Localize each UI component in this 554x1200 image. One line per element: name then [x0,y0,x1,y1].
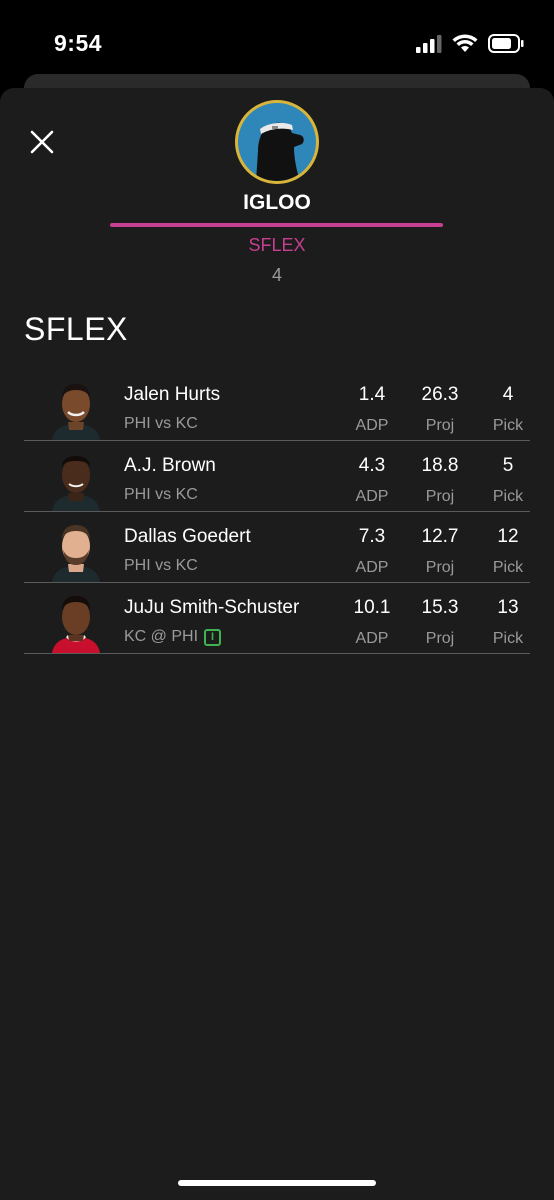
section-title: SFLEX [24,311,128,347]
status-bar: 9:54 [0,0,554,80]
player-matchup: PHI vs KC [124,557,198,575]
player-row[interactable]: A.J. Brown PHI vs KC 4.3 ADP 18.8 Proj 5… [24,441,530,512]
player-row[interactable]: Jalen Hurts PHI vs KC 1.4 ADP 26.3 Proj … [24,370,530,441]
team-name: IGLOO [243,191,311,214]
pick-value: 13 [497,597,519,618]
pick-label: Pick [492,488,524,505]
proj-value: 26.3 [421,384,459,405]
pick-stat: 4 Pick [478,384,538,435]
close-button[interactable] [28,128,56,156]
proj-label: Proj [425,417,455,434]
adp-label: ADP [355,417,389,434]
player-matchup: PHI vs KC [124,486,198,504]
pick-label: Pick [492,559,524,576]
adp-stat: 7.3 ADP [342,526,402,577]
adp-value: 4.3 [358,455,386,476]
proj-stat: 26.3 Proj [410,384,470,435]
adp-label: ADP [355,488,389,505]
proj-stat: 15.3 Proj [410,597,470,648]
player-name: JuJu Smith-Schuster [124,597,300,618]
pick-stat: 13 Pick [478,597,538,648]
proj-label: Proj [425,630,455,647]
proj-value: 12.7 [421,526,459,547]
pick-value: 5 [502,455,514,476]
dog-logo-icon [256,122,304,181]
proj-stat: 18.8 Proj [410,455,470,506]
pick-value: 12 [497,526,519,547]
position-count: 4 [271,265,282,285]
proj-value: 15.3 [421,597,459,618]
pick-value: 4 [502,384,514,405]
status-time: 9:54 [54,30,103,56]
injury-badge[interactable]: I [204,628,222,646]
player-headshot [48,591,104,653]
player-headshot [48,520,104,582]
adp-stat: 1.4 ADP [342,384,402,435]
player-row[interactable]: JuJu Smith-Schuster KC @ PHI I 10.1 ADP … [24,583,530,654]
pick-label: Pick [492,630,524,647]
player-list: Jalen Hurts PHI vs KC 1.4 ADP 26.3 Proj … [24,370,530,654]
player-name: Jalen Hurts [124,384,221,405]
matchup-text: PHI vs KC [124,557,198,574]
player-headshot [48,449,104,511]
wifi-icon [452,34,478,52]
adp-stat: 4.3 ADP [342,455,402,506]
proj-label: Proj [425,488,455,505]
signal-icon [416,34,442,53]
home-indicator[interactable] [178,1180,376,1186]
proj-stat: 12.7 Proj [410,526,470,577]
player-matchup: KC @ PHI I [124,628,222,646]
adp-label: ADP [355,559,389,576]
matchup-text: PHI vs KC [124,415,198,432]
pick-stat: 5 Pick [478,455,538,506]
status-icons [416,34,524,53]
adp-value: 1.4 [358,384,386,405]
close-icon [30,130,54,154]
matchup-text: KC @ PHI [124,628,199,645]
team-accent-bar [110,223,443,227]
player-row[interactable]: Dallas Goedert PHI vs KC 7.3 ADP 12.7 Pr… [24,512,530,583]
adp-stat: 10.1 ADP [342,597,402,648]
position-label: SFLEX [248,235,306,255]
proj-label: Proj [425,559,455,576]
player-name: A.J. Brown [124,455,216,476]
battery-icon [488,34,524,53]
adp-label: ADP [355,630,389,647]
player-name: Dallas Goedert [124,526,251,547]
player-matchup: PHI vs KC [124,415,198,433]
team-avatar [235,100,319,184]
pick-label: Pick [492,417,524,434]
matchup-text: PHI vs KC [124,486,198,503]
pick-stat: 12 Pick [478,526,538,577]
adp-value: 7.3 [358,526,386,547]
player-headshot [48,378,104,440]
adp-value: 10.1 [353,597,391,618]
proj-value: 18.8 [421,455,459,476]
